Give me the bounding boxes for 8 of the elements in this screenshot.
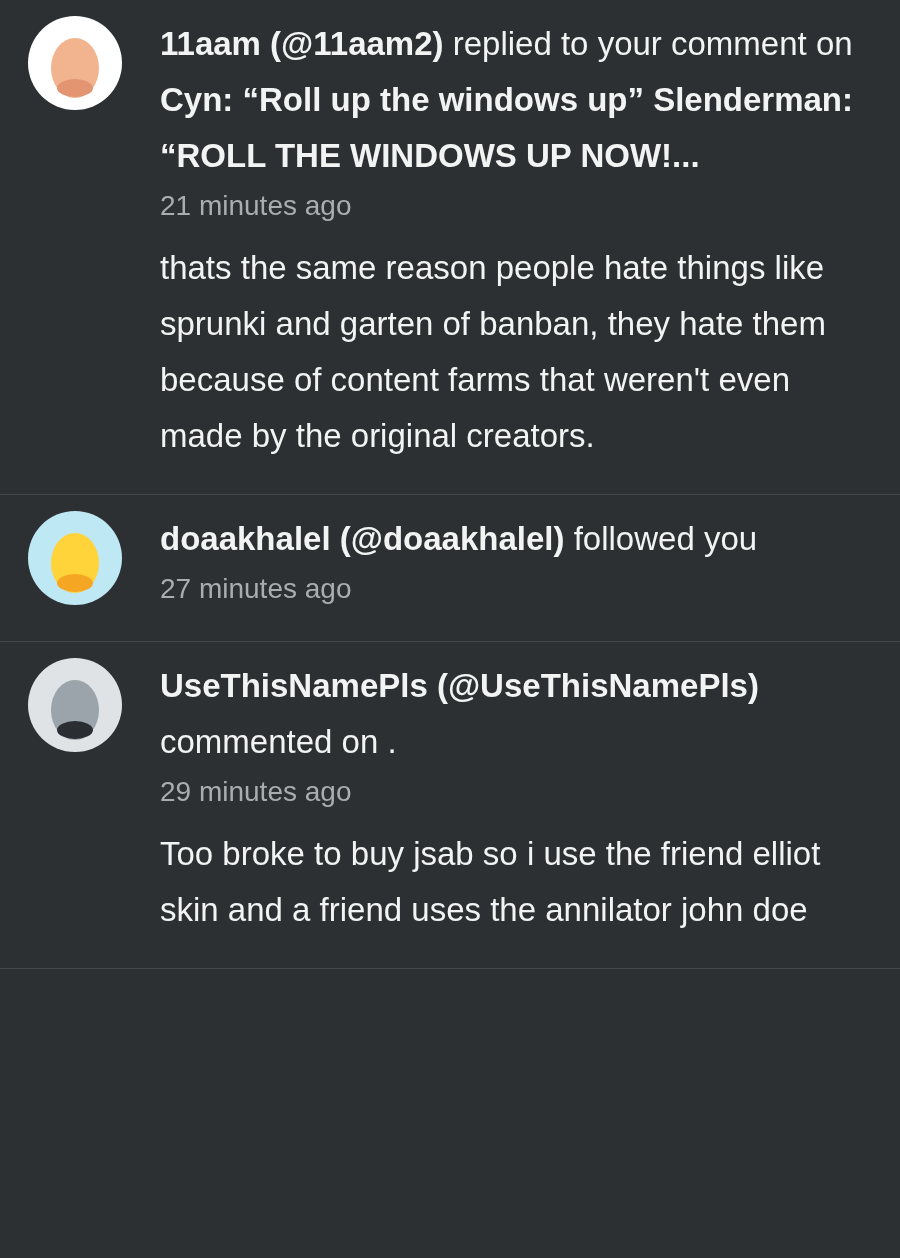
timestamp: 27 minutes ago <box>160 572 353 606</box>
comment-text: Too broke to buy jsab so i use the friend elliot skin and a friend uses the annilator john doe <box>160 834 822 930</box>
notification-text: UseThisNamePls (@UseThisNamePls) commented on . <box>160 666 760 762</box>
comment-text: thats the same reason people hate things like sprunki and garten of banban, they hate them because of content farms that weren't even made by the original creators. <box>160 248 827 456</box>
timestamp: 29 minutes ago <box>160 775 353 809</box>
notification-text: 11aam (@11aam2) replied to your comment on Cyn: “Roll up the windows up” Slenderman: “ROLL THE WINDOWS UP NOW!... <box>160 24 855 176</box>
notification-text: doaakhalel (@doaakhalel) followed you <box>160 519 759 559</box>
timestamp: 21 minutes ago <box>160 189 353 223</box>
